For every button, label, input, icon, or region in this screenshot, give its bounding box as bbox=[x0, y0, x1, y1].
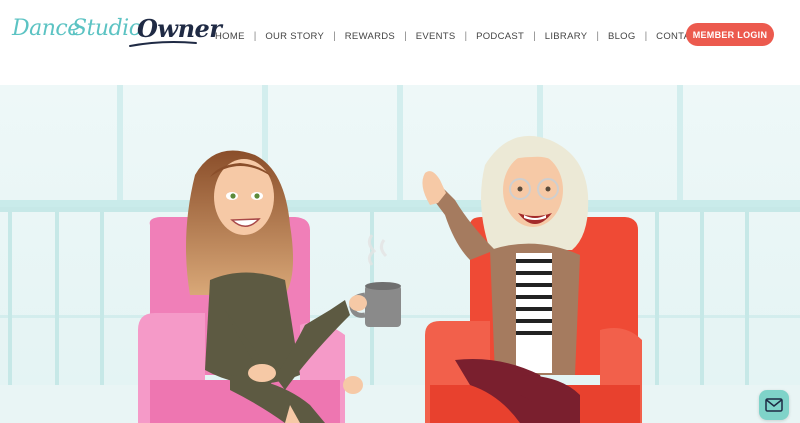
window-frames bbox=[0, 85, 800, 208]
mail-icon bbox=[765, 398, 783, 412]
member-login-button[interactable]: MEMBER LOGIN bbox=[686, 23, 774, 46]
hero-scene bbox=[0, 85, 800, 423]
chat-button[interactable] bbox=[759, 390, 789, 420]
nav-podcast[interactable]: PODCAST bbox=[476, 31, 524, 42]
nav-our-story[interactable]: OUR STORY bbox=[265, 31, 324, 42]
nav-separator: | bbox=[596, 30, 599, 42]
nav-separator: | bbox=[404, 30, 407, 42]
nav-rewards[interactable]: REWARDS bbox=[345, 31, 395, 42]
main-nav: HOME | OUR STORY | REWARDS | EVENTS | PO… bbox=[215, 28, 703, 44]
nav-home[interactable]: HOME bbox=[215, 31, 245, 42]
nav-blog[interactable]: BLOG bbox=[608, 31, 636, 42]
nav-separator: | bbox=[644, 30, 648, 42]
nav-separator: | bbox=[464, 30, 468, 42]
logo-swoosh bbox=[129, 41, 197, 47]
site-header: Dance Studio Owner HOME | OUR STORY | RE… bbox=[0, 0, 800, 85]
hero-illustration bbox=[0, 85, 800, 423]
nav-separator: | bbox=[533, 30, 536, 42]
site-logo[interactable]: Dance Studio Owner bbox=[12, 14, 222, 50]
floor bbox=[0, 385, 800, 423]
nav-separator: | bbox=[253, 30, 257, 42]
nav-separator: | bbox=[333, 30, 336, 42]
nav-events[interactable]: EVENTS bbox=[416, 31, 456, 42]
nav-library[interactable]: LIBRARY bbox=[545, 31, 588, 42]
